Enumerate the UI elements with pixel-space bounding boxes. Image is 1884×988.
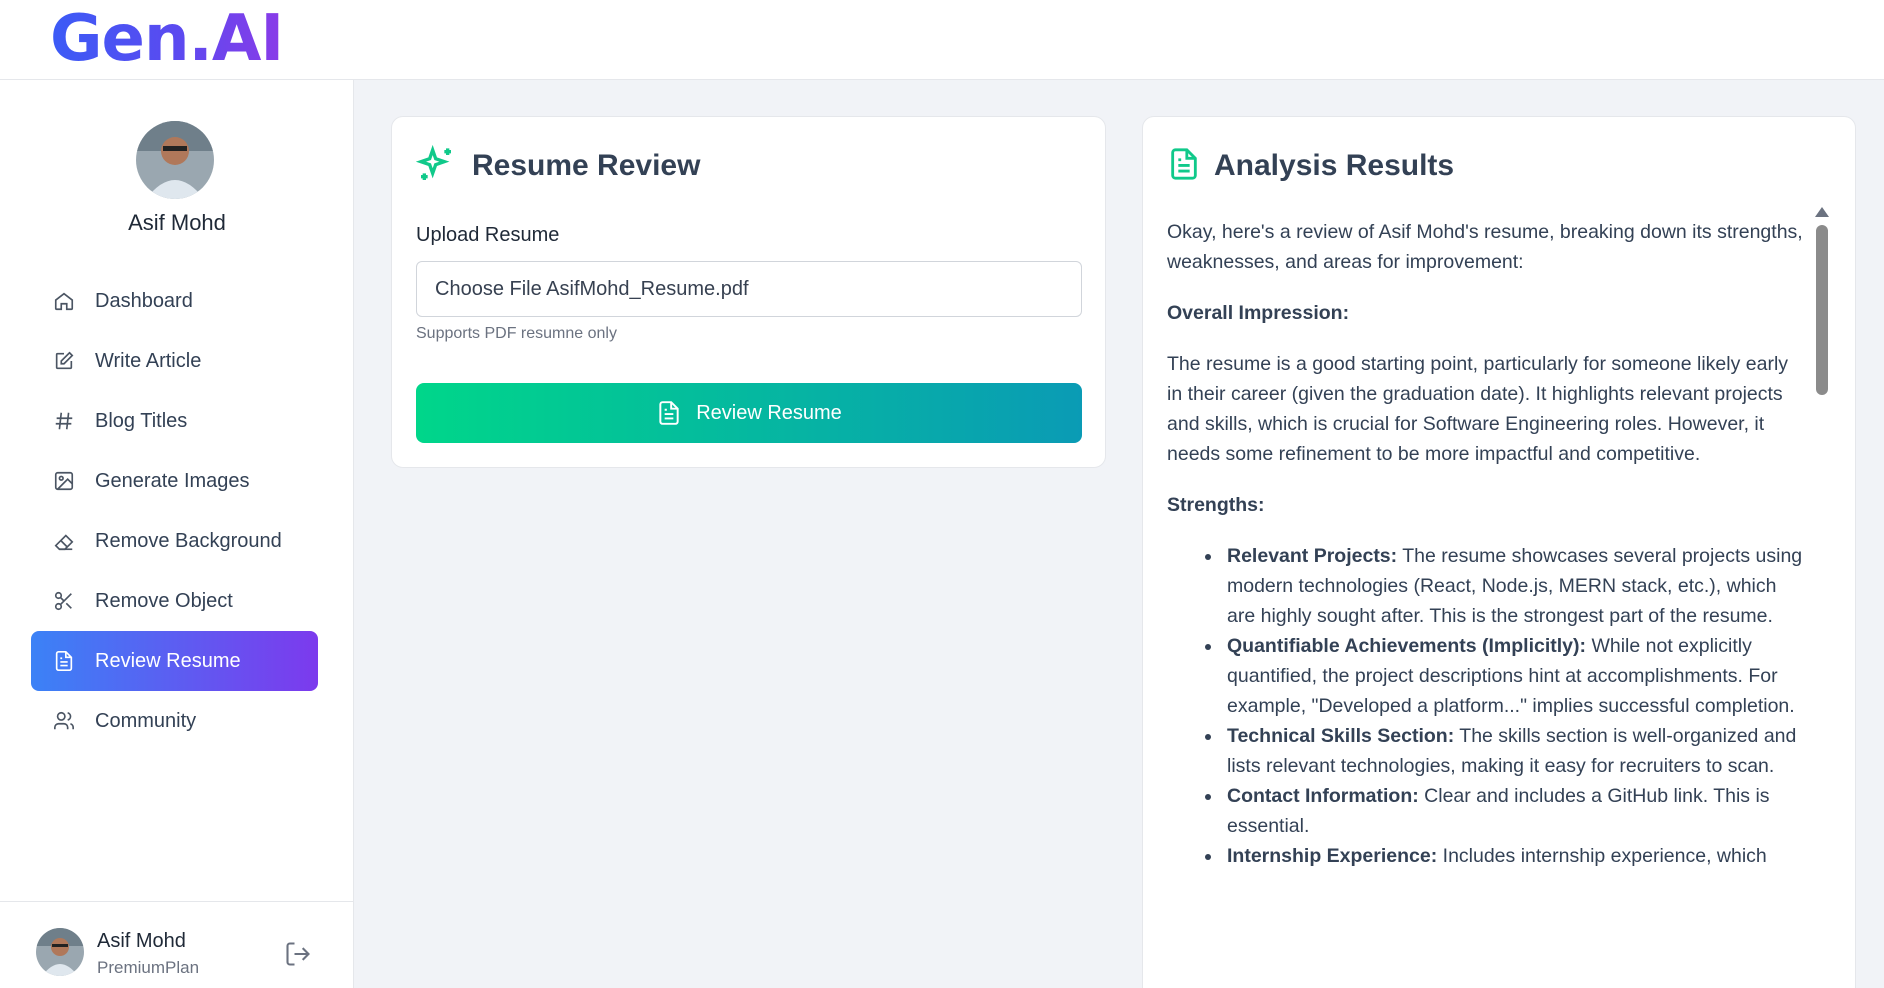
list-item: Technical Skills Section: The skills sec… — [1205, 721, 1807, 781]
app-logo[interactable]: Gen.AI — [50, 2, 284, 76]
card-title: Analysis Results — [1214, 149, 1455, 182]
sidebar-nav: Dashboard Write Article Blog Titles Gene… — [31, 271, 318, 751]
image-icon — [53, 470, 75, 492]
list-item: Quantifiable Achievements (Implicitly): … — [1205, 631, 1807, 721]
sidebar-item-label: Generate Images — [95, 469, 250, 492]
sidebar-footer: Asif Mohd PremiumPlan — [0, 901, 354, 988]
scroll-up-arrow[interactable] — [1815, 207, 1829, 217]
intro-text: Okay, here's a review of Asif Mohd's res… — [1167, 221, 1803, 273]
sidebar-item-write-article[interactable]: Write Article — [31, 331, 318, 391]
sidebar-item-generate-images[interactable]: Generate Images — [31, 451, 318, 511]
review-resume-button[interactable]: Review Resume — [416, 383, 1082, 443]
sidebar-item-remove-object[interactable]: Remove Object — [31, 571, 318, 631]
sidebar-item-label: Remove Object — [95, 589, 233, 612]
strengths-list: Relevant Projects: The resume showcases … — [1167, 541, 1807, 871]
footer-user-name: Asif Mohd — [97, 930, 186, 952]
logout-icon[interactable] — [284, 940, 312, 968]
sidebar-item-blog-titles[interactable]: Blog Titles — [31, 391, 318, 451]
section-heading: Strengths: — [1167, 494, 1265, 516]
overall-text: The resume is a good starting point, par… — [1167, 353, 1789, 465]
edit-icon — [53, 350, 75, 372]
file-text-icon — [53, 650, 75, 672]
resume-review-card: Resume Review Upload Resume Choose File … — [391, 116, 1106, 468]
sidebar-item-remove-background[interactable]: Remove Background — [31, 511, 318, 571]
avatar — [136, 121, 214, 199]
file-text-icon — [659, 401, 679, 425]
upload-hint: Supports PDF resumne only — [416, 325, 617, 342]
sidebar-item-label: Blog Titles — [95, 409, 188, 432]
file-text-icon — [1167, 147, 1201, 181]
user-name: Asif Mohd — [128, 210, 226, 235]
card-title: Resume Review — [472, 149, 701, 182]
sidebar-item-community[interactable]: Community — [31, 691, 318, 751]
sidebar-item-label: Community — [95, 709, 197, 732]
sidebar-item-dashboard[interactable]: Dashboard — [31, 271, 318, 331]
footer-user-plan: PremiumPlan — [97, 958, 200, 977]
scrollbar[interactable] — [1811, 207, 1831, 988]
hash-icon — [53, 410, 75, 432]
sparkles-icon — [415, 144, 456, 185]
file-input[interactable]: Choose File AsifMohd_Resume.pdf — [416, 261, 1082, 317]
sidebar: Asif Mohd Dashboard Write Article Blog T… — [0, 80, 354, 988]
avatar[interactable] — [36, 928, 84, 976]
list-item: Internship Experience: Includes internsh… — [1205, 841, 1807, 871]
button-label: Review Resume — [696, 401, 842, 424]
top-bar: Gen.AI — [0, 0, 1884, 80]
list-item: Relevant Projects: The resume showcases … — [1205, 541, 1807, 631]
scissors-icon — [53, 590, 75, 612]
sidebar-item-label: Write Article — [95, 349, 202, 372]
upload-label: Upload Resume — [416, 224, 560, 246]
analysis-content: Okay, here's a review of Asif Mohd's res… — [1167, 217, 1807, 988]
analysis-results-card: Analysis Results Okay, here's a review o… — [1142, 116, 1856, 988]
scroll-thumb[interactable] — [1816, 225, 1828, 395]
list-item: Contact Information: Clear and includes … — [1205, 781, 1807, 841]
sidebar-item-label: Remove Background — [95, 529, 282, 552]
eraser-icon — [53, 530, 75, 552]
section-heading: Overall Impression: — [1167, 302, 1350, 324]
home-icon — [53, 290, 75, 312]
sidebar-item-label: Review Resume — [95, 649, 241, 672]
sidebar-item-label: Dashboard — [95, 289, 193, 312]
users-icon — [53, 710, 75, 732]
sidebar-item-review-resume[interactable]: Review Resume — [31, 631, 318, 691]
